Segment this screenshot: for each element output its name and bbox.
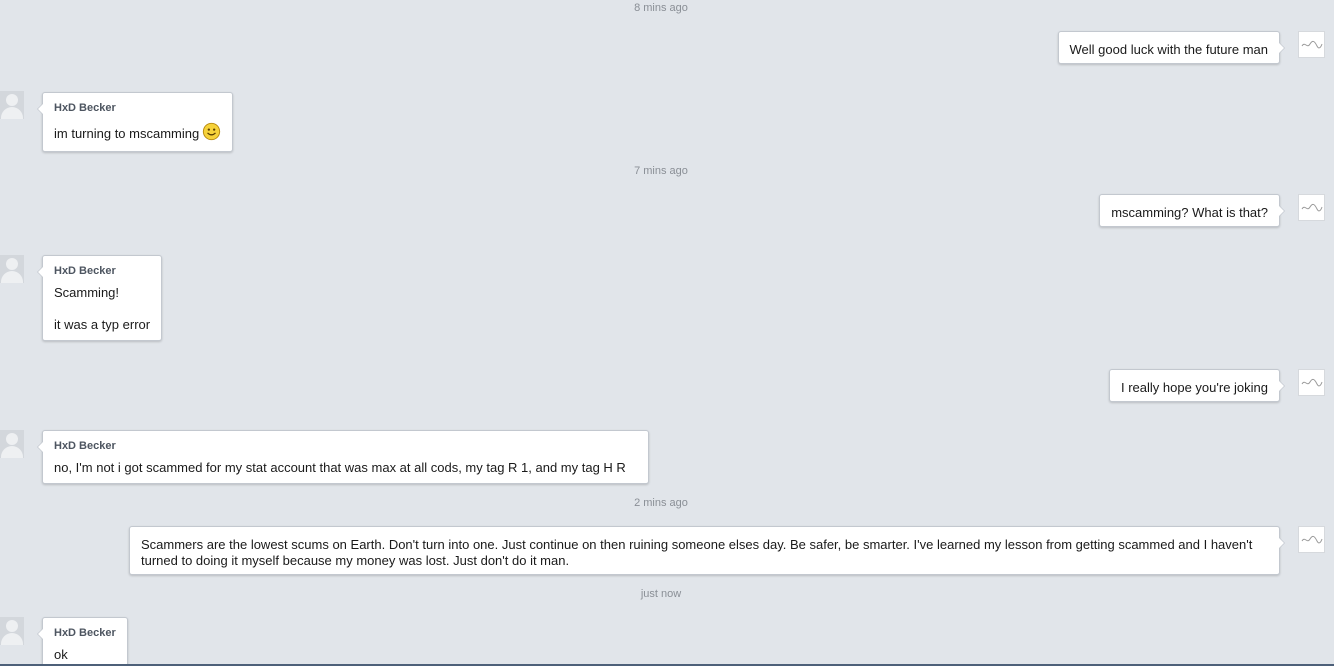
signature-icon — [1301, 203, 1323, 212]
message-text: it was a typ error — [54, 317, 151, 332]
sender-name: HxD Becker — [54, 440, 116, 452]
incoming-message: HxD Becker im turning to mscamming — [36, 92, 234, 152]
sender-name: HxD Becker — [54, 102, 116, 114]
timestamp: 2 mins ago — [634, 497, 688, 509]
smiley-icon — [203, 122, 221, 141]
message-text: Scammers are the lowest scums on Earth. … — [141, 537, 1253, 568]
message-text: ok — [54, 647, 68, 662]
incoming-message: HxD Becker ok — [37, 617, 128, 664]
contact-avatar[interactable] — [0, 91, 24, 119]
my-avatar[interactable] — [1298, 526, 1325, 553]
timestamp: 8 mins ago — [634, 2, 688, 14]
contact-avatar[interactable] — [0, 617, 24, 645]
outgoing-message: Scammers are the lowest scums on Earth. … — [129, 526, 1285, 575]
contact-avatar[interactable] — [0, 430, 24, 458]
outgoing-message: Well good luck with the future man — [1057, 31, 1286, 64]
message-text: Well good luck with the future man — [1069, 42, 1268, 57]
chat-thread: 8 mins ago Well good luck with the futur… — [0, 0, 1334, 664]
incoming-message: HxD Becker no, I'm not i got scammed for… — [37, 430, 649, 484]
timestamp: 7 mins ago — [634, 165, 688, 177]
incoming-message: HxD Becker Scamming! it was a typ error — [36, 255, 163, 341]
timestamp: just now — [640, 588, 682, 600]
my-avatar[interactable] — [1298, 31, 1325, 58]
my-avatar[interactable] — [1298, 369, 1325, 396]
outgoing-message: I really hope you're joking — [1108, 369, 1286, 402]
message-text: I really hope you're joking — [1120, 380, 1268, 395]
message-text: Scamming! — [54, 285, 120, 300]
sender-name: HxD Becker — [54, 265, 116, 277]
contact-avatar[interactable] — [0, 255, 24, 283]
signature-icon — [1301, 378, 1323, 387]
sender-name: HxD Becker — [54, 627, 116, 639]
signature-icon — [1301, 40, 1323, 49]
signature-icon — [1301, 535, 1323, 544]
message-text: mscamming? What is that? — [1111, 205, 1268, 220]
my-avatar[interactable] — [1298, 194, 1325, 221]
message-text: no, I'm not i got scammed for my stat ac… — [54, 460, 626, 475]
message-text: im turning to mscamming — [54, 122, 221, 142]
outgoing-message: mscamming? What is that? — [1099, 194, 1285, 227]
